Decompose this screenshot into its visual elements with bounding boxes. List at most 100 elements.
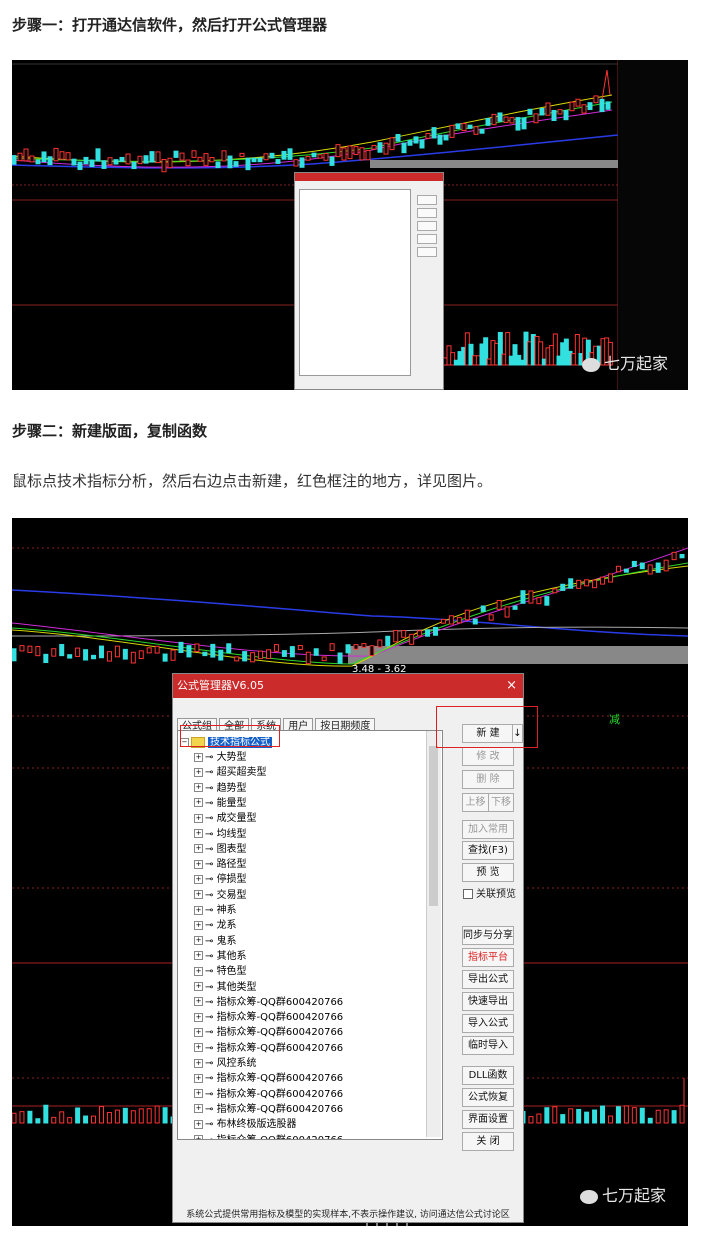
expand-icon[interactable]: + [194,798,203,808]
expand-icon[interactable]: + [194,920,203,930]
tree-item-label: 成交量型 [216,813,257,825]
volume-bar [552,1106,558,1124]
move-down-button[interactable]: 下移 [488,793,514,812]
key-icon: ⊸ [205,905,217,916]
tree-item[interactable]: + ⊸ 超买超卖型 [194,763,267,778]
candle [361,643,367,648]
add-common-button[interactable]: 加入常用 [462,820,514,839]
move-up-button[interactable]: 上移 [462,793,489,812]
tree-item[interactable]: + ⊸ 指标众筹-QQ群600420766 [194,1100,343,1115]
expand-icon[interactable]: + [194,1027,203,1037]
expand-icon[interactable]: + [194,997,203,1007]
candle [395,133,401,142]
checkbox-icon[interactable] [463,889,473,899]
candle [323,152,329,161]
tree-item[interactable]: + ⊸ 其他系 [194,947,247,962]
candle [623,568,629,573]
expand-icon[interactable]: + [194,813,203,823]
tree-item[interactable]: + ⊸ 龙系 [194,916,237,931]
tree-item[interactable]: + ⊸ 其他类型 [194,978,257,993]
expand-icon[interactable]: + [194,890,203,900]
candle [639,562,645,570]
tree-item[interactable]: + ⊸ 指标众筹-QQ群600420766 [194,993,343,1008]
linked-preview-checkbox[interactable]: 关联预览 [463,885,516,900]
tree-item[interactable]: + ⊸ 神系 [194,901,237,916]
expand-icon[interactable]: + [194,1043,203,1053]
candle [65,152,71,161]
quick-export-button[interactable]: 快速导出 [462,992,514,1011]
candle [233,161,239,167]
tree-item[interactable]: + ⊸ 能量型 [194,794,247,809]
temp-import-button[interactable]: 临时导入 [462,1036,514,1055]
expand-icon[interactable]: + [194,905,203,915]
expand-icon[interactable]: + [194,1135,203,1139]
tree-scrollbar[interactable] [426,731,441,1137]
close-button[interactable]: 关 闭 [462,1132,514,1151]
watermark-2: 七万起家 [579,1182,666,1206]
tree-item[interactable]: + ⊸ 指标众筹-QQ群600420766 [194,1131,343,1139]
tree-item[interactable]: + ⊸ 风控系统 [194,1054,257,1069]
tree-item[interactable]: + ⊸ 特色型 [194,962,247,977]
expand-icon[interactable]: + [194,966,203,976]
scrollbar-thumb[interactable] [429,746,438,906]
indicator-platform-button[interactable]: 指标平台 [462,948,514,967]
dll-function-button[interactable]: DLL函数 [462,1066,514,1085]
candle [401,142,407,154]
expand-icon[interactable]: + [194,1058,203,1068]
tree-item[interactable]: + ⊸ 趋势型 [194,779,247,794]
tree-item[interactable]: + ⊸ 指标众筹-QQ群600420766 [194,1085,343,1100]
expand-icon[interactable]: + [194,1089,203,1099]
expand-icon[interactable]: + [194,767,203,777]
tree-item[interactable]: + ⊸ 交易型 [194,886,247,901]
tree-item[interactable]: + ⊸ 布林终极版选股器 [194,1115,297,1130]
candle [202,651,208,657]
formula-restore-button[interactable]: 公式恢复 [462,1088,514,1107]
tree-item[interactable]: + ⊸ 路径型 [194,855,247,870]
import-formula-button[interactable]: 导入公式 [462,1014,514,1033]
expand-icon[interactable]: + [194,1073,203,1083]
delete-button[interactable]: 删 除 [462,770,514,789]
expand-icon[interactable]: + [194,1119,203,1129]
expand-icon[interactable]: + [194,752,203,762]
sync-share-button[interactable]: 同步与分享 [462,926,514,945]
expand-icon[interactable]: + [194,936,203,946]
tree-item[interactable]: + ⊸ 指标众筹-QQ群600420766 [194,1039,343,1054]
tree-item[interactable]: + ⊸ 成交量型 [194,809,257,824]
candle [443,134,449,141]
find-button[interactable]: 查找(F3) [462,841,514,860]
expand-icon[interactable]: + [194,859,203,869]
volume-bar [91,1115,97,1124]
expand-icon[interactable]: + [194,1104,203,1114]
tree-item[interactable]: + ⊸ 鬼系 [194,932,237,947]
expand-icon[interactable]: + [194,951,203,961]
volume-bar [600,1105,606,1124]
volume-bar [19,1111,25,1124]
tree-item[interactable]: + ⊸ 图表型 [194,840,247,855]
volume-bar [639,1107,645,1124]
tree-item[interactable]: + ⊸ 指标众筹-QQ群600420766 [194,1069,343,1084]
expand-icon[interactable]: + [194,1012,203,1022]
tree-item[interactable]: + ⊸ 停损型 [194,870,247,885]
close-icon[interactable]: × [506,674,517,698]
tree-item[interactable]: + ⊸ 指标众筹-QQ群600420766 [194,1023,343,1038]
formula-tree[interactable]: − 技术指标公式 + ⊸ 大势型 + ⊸ 超买超卖型 + ⊸ 趋势型 + ⊸ 能量型 + ⊸ 成交量… [177,730,443,1140]
modify-button[interactable]: 修 改 [462,747,514,766]
volume-bar [576,1108,582,1124]
expand-icon[interactable]: + [194,844,203,854]
expand-icon[interactable]: + [194,783,203,793]
expand-icon[interactable]: + [194,829,203,838]
expand-icon[interactable]: + [194,982,203,991]
candle [335,144,341,158]
export-formula-button[interactable]: 导出公式 [462,970,514,989]
tree-item[interactable]: + ⊸ 大势型 [194,748,247,763]
key-icon: ⊸ [205,1012,217,1024]
tree-item[interactable]: + ⊸ 指标众筹-QQ群600420766 [194,1008,343,1023]
tree-item[interactable]: + ⊸ 均线型 [194,825,247,840]
volume-bar [615,1106,621,1124]
volume-bar [544,1107,550,1124]
ui-settings-button[interactable]: 界面设置 [462,1110,514,1129]
wechat-icon [581,357,600,372]
watermark-1: 七万起家 [581,350,668,374]
expand-icon[interactable]: + [194,874,203,884]
preview-button[interactable]: 预 览 [462,863,514,882]
